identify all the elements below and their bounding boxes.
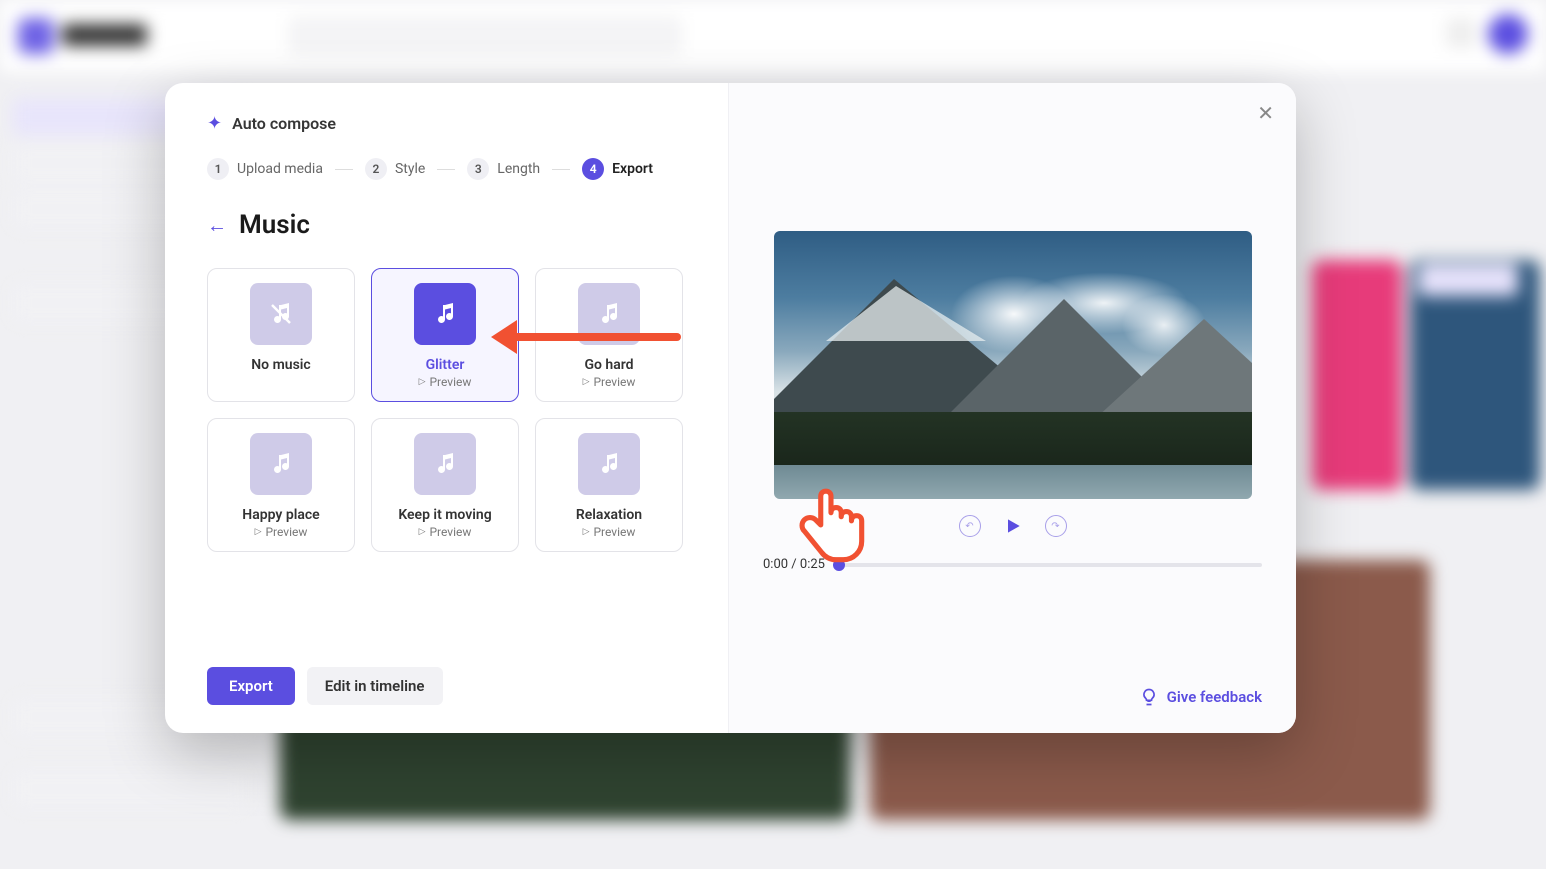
- music-note-icon: [578, 283, 640, 345]
- progress-thumb[interactable]: [833, 559, 845, 571]
- preview-button[interactable]: ▷Preview: [255, 525, 308, 539]
- mute-icon: [250, 283, 312, 345]
- preview-button[interactable]: ▷Preview: [583, 525, 636, 539]
- skip-forward-button[interactable]: ↷: [1045, 515, 1067, 537]
- step-number: 3: [467, 158, 489, 180]
- wizard-step-length[interactable]: 3 Length: [467, 158, 540, 180]
- modal-right-panel: ✕ ↶ ↷ 0:00 / 0:25 Give feedback: [728, 83, 1296, 733]
- back-arrow-icon[interactable]: ←: [207, 215, 227, 235]
- step-number: 4: [582, 158, 604, 180]
- wizard-steps: 1 Upload media 2 Style 3 Length 4 Export: [207, 158, 698, 180]
- play-icon: ▷: [583, 377, 590, 387]
- music-tile-keep-moving[interactable]: Keep it moving ▷Preview: [371, 418, 519, 552]
- step-separator: [552, 169, 570, 170]
- wizard-step-export[interactable]: 4 Export: [582, 158, 653, 180]
- preview-label: Preview: [429, 525, 471, 539]
- music-tile-relaxation[interactable]: Relaxation ▷Preview: [535, 418, 683, 552]
- feature-header: ✦ Auto compose: [207, 113, 698, 134]
- skip-back-button[interactable]: ↶: [959, 515, 981, 537]
- preview-button[interactable]: ▷Preview: [419, 525, 472, 539]
- preview-label: Preview: [429, 375, 471, 389]
- music-tile-name: Glitter: [426, 357, 465, 373]
- preview-label: Preview: [593, 375, 635, 389]
- lightbulb-icon: [1139, 687, 1159, 707]
- music-grid: No musicGlitter▷PreviewGo hard▷PreviewHa…: [207, 268, 698, 552]
- preview-label: Preview: [265, 525, 307, 539]
- feature-title: Auto compose: [232, 114, 336, 133]
- music-note-icon: [414, 433, 476, 495]
- step-separator: [335, 169, 353, 170]
- play-icon: ▷: [255, 527, 262, 537]
- section-heading: ← Music: [207, 210, 698, 240]
- preview-button[interactable]: ▷Preview: [419, 375, 472, 389]
- step-label: Style: [395, 161, 425, 177]
- player-controls: ↶ ↷: [763, 515, 1262, 537]
- export-button[interactable]: Export: [207, 667, 295, 705]
- edit-timeline-button[interactable]: Edit in timeline: [307, 667, 443, 705]
- progress-track[interactable]: [839, 563, 1262, 567]
- timeline-row: 0:00 / 0:25: [763, 557, 1262, 572]
- preview-button[interactable]: ▷Preview: [583, 375, 636, 389]
- play-icon: ▷: [583, 527, 590, 537]
- video-preview[interactable]: [774, 231, 1252, 499]
- step-separator: [437, 169, 455, 170]
- wizard-step-upload-media[interactable]: 1 Upload media: [207, 158, 323, 180]
- preview-label: Preview: [593, 525, 635, 539]
- music-note-icon: [414, 283, 476, 345]
- play-button[interactable]: [1003, 516, 1023, 536]
- step-label: Length: [497, 161, 540, 177]
- action-row: Export Edit in timeline: [207, 643, 698, 705]
- music-note-icon: [578, 433, 640, 495]
- wizard-step-style[interactable]: 2 Style: [365, 158, 425, 180]
- music-tile-name: Relaxation: [576, 507, 642, 523]
- playback-time: 0:00 / 0:25: [763, 557, 825, 572]
- step-number: 2: [365, 158, 387, 180]
- music-tile-no-music[interactable]: No music: [207, 268, 355, 402]
- music-note-icon: [250, 433, 312, 495]
- music-tile-name: Keep it moving: [398, 507, 491, 523]
- give-feedback-label: Give feedback: [1167, 688, 1262, 706]
- section-title: Music: [239, 210, 310, 240]
- play-icon: ▷: [419, 527, 426, 537]
- step-number: 1: [207, 158, 229, 180]
- music-tile-name: Happy place: [242, 507, 319, 523]
- music-tile-go-hard[interactable]: Go hard ▷Preview: [535, 268, 683, 402]
- modal-left-panel: ✦ Auto compose 1 Upload media 2 Style 3 Lengt…: [165, 83, 728, 733]
- sparkle-icon: ✦: [207, 113, 222, 134]
- music-tile-happy-place[interactable]: Happy place ▷Preview: [207, 418, 355, 552]
- auto-compose-modal: ✦ Auto compose 1 Upload media 2 Style 3 Lengt…: [165, 83, 1296, 733]
- music-tile-name: No music: [251, 357, 310, 373]
- close-button[interactable]: ✕: [1257, 101, 1274, 125]
- give-feedback-link[interactable]: Give feedback: [1139, 687, 1262, 707]
- step-label: Export: [612, 161, 653, 177]
- play-icon: ▷: [419, 377, 426, 387]
- music-tile-name: Go hard: [584, 357, 633, 373]
- music-tile-glitter[interactable]: Glitter▷Preview: [371, 268, 519, 402]
- step-label: Upload media: [237, 161, 323, 177]
